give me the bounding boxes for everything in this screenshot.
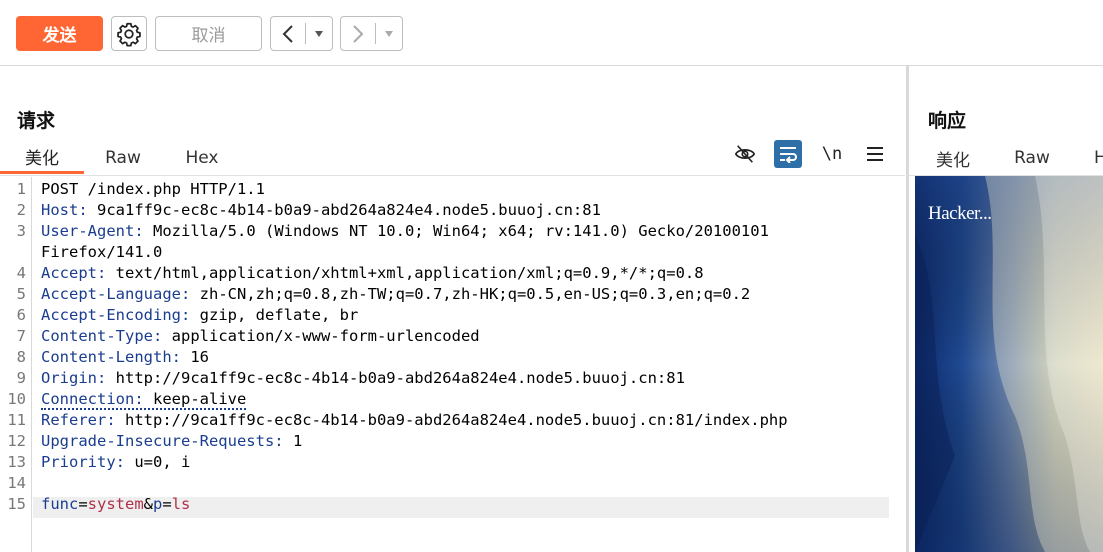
param-value: system [87,495,144,513]
header-value: http://9ca1ff9c-ec8c-4b14-b0a9-abd264a82… [115,411,788,429]
header-key: User-Agent [41,222,135,240]
header-key: Host [41,201,79,219]
response-render-image [915,176,1103,552]
panel-splitter[interactable] [906,66,909,552]
header-line: Content-Length: 16 [41,348,209,366]
line-number: 3 [16,222,26,240]
line-number: 4 [16,264,26,282]
header-value: zh-CN,zh;q=0.8,zh-TW;q=0.7,zh-HK;q=0.5,e… [190,285,751,303]
header-value: keep-alive [143,390,247,408]
line-number: 6 [16,306,26,324]
header-key: Origin [41,369,97,387]
line-number: 12 [7,432,26,450]
param-key: func [41,495,79,513]
header-value: Firefox/141.0 [41,243,163,261]
header-line: Accept-Encoding: gzip, deflate, br [41,306,359,324]
header-key: Content-Type [41,327,153,345]
request-line: POST /index.php HTTP/1.1 [41,179,265,200]
header-line: Accept-Language: zh-CN,zh;q=0.8,zh-TW;q=… [41,285,751,303]
header-line: Host: 9ca1ff9c-ec8c-4b14-b0a9-abd264a824… [41,201,601,219]
header-key: Priority [41,453,116,471]
tab-pretty[interactable]: 美化 [916,142,990,174]
header-value: gzip, deflate, br [190,306,359,324]
eye-off-icon [734,145,756,163]
header-value: application/x-www-form-urlencoded [162,327,480,345]
chevron-left-icon [282,24,293,43]
header-line: Upgrade-Insecure-Requests: 1 [41,432,303,450]
hamburger-menu-icon [867,147,883,161]
hide-nonprintable-button[interactable] [731,140,759,168]
header-value: text/html,application/xhtml+xml,applicat… [106,264,704,282]
header-value: 16 [181,348,209,366]
header-key: Accept [41,264,97,282]
render-background [915,176,1103,552]
next-dropdown[interactable] [376,17,402,50]
header-key: Connection [41,390,135,408]
param-key: p [153,495,163,513]
code-area: POST /index.php HTTP/1.1 Host: 9ca1ff9c-… [33,177,889,552]
cancel-button[interactable]: 取消 [155,16,262,51]
previous-dropdown[interactable] [306,17,332,50]
param-value: ls [171,495,191,513]
line-number: 7 [16,327,26,345]
word-wrap-button[interactable] [774,140,802,168]
header-value: http://9ca1ff9c-ec8c-4b14-b0a9-abd264a82… [106,369,685,387]
header-line: Connection: keep-alive [41,390,247,410]
tab-divider [0,175,905,176]
header-value: Mozilla/5.0 (Windows NT 10.0; Win64; x64… [143,222,769,240]
header-line: User-Agent: Mozilla/5.0 (Windows NT 10.0… [41,222,769,240]
tab-pretty[interactable]: 美化 [0,142,84,174]
header-line: Accept: text/html,application/xhtml+xml,… [41,264,704,282]
line-number: 15 [7,495,26,513]
header-line: Priority: u=0, i [41,453,191,471]
next-button[interactable] [341,17,375,50]
header-key: Upgrade-Insecure-Requests [41,432,275,450]
response-panel-title: 响应 [928,110,967,132]
line-number: 1 [16,180,26,198]
next-request-group [340,16,403,51]
request-tabs: 美化 Raw Hex [0,142,242,174]
word-wrap-icon [780,147,797,163]
body-line: func=system&p=ls [41,495,191,513]
header-key: Accept-Language [41,285,181,303]
previous-request-group [270,16,333,51]
header-value: 1 [283,432,303,450]
line-number: 8 [16,348,26,366]
request-editor[interactable]: 1 2 3 4 5 6 7 8 9 10 11 12 13 14 15 POST… [0,177,905,552]
line-number: 10 [7,390,26,408]
chevron-right-icon [353,24,364,43]
header-line: Content-Type: application/x-www-form-url… [41,327,480,345]
tab-hex[interactable]: Hex [162,142,242,174]
toolbar: 发送 取消 [0,0,1103,66]
caret-down-icon [315,30,323,37]
show-newlines-button[interactable]: \n [818,140,846,168]
previous-button[interactable] [271,17,305,50]
line-number: 5 [16,285,26,303]
response-hacker-text: Hacker... [928,203,992,224]
send-button[interactable]: 发送 [16,16,103,51]
line-number: 2 [16,201,26,219]
tab-raw[interactable]: Raw [990,142,1074,174]
header-line: Referer: http://9ca1ff9c-ec8c-4b14-b0a9-… [41,411,788,429]
header-key: Referer [41,411,107,429]
header-value: u=0, i [125,453,191,471]
gear-icon [117,22,141,46]
editor-menu-button[interactable] [861,140,889,168]
header-key: Content-Length [41,348,172,366]
header-key: Accept-Encoding [41,306,181,324]
line-number: 11 [7,411,26,429]
line-number: 9 [16,369,26,387]
request-panel-title: 请求 [17,110,56,132]
header-line: Origin: http://9ca1ff9c-ec8c-4b14-b0a9-a… [41,369,685,387]
header-value: 9ca1ff9c-ec8c-4b14-b0a9-abd264a824e4.nod… [87,201,601,219]
line-number: 14 [7,474,26,492]
caret-down-icon [385,30,393,37]
settings-button[interactable] [111,16,147,51]
tab-hex[interactable]: H [1074,142,1103,174]
response-tabs: 美化 Raw H [916,142,1103,174]
tab-raw[interactable]: Raw [84,142,162,174]
line-number: 13 [7,453,26,471]
request-line-text: POST /index.php HTTP/1.1 [41,180,265,198]
header-line-wrap: Firefox/141.0 [41,242,162,263]
